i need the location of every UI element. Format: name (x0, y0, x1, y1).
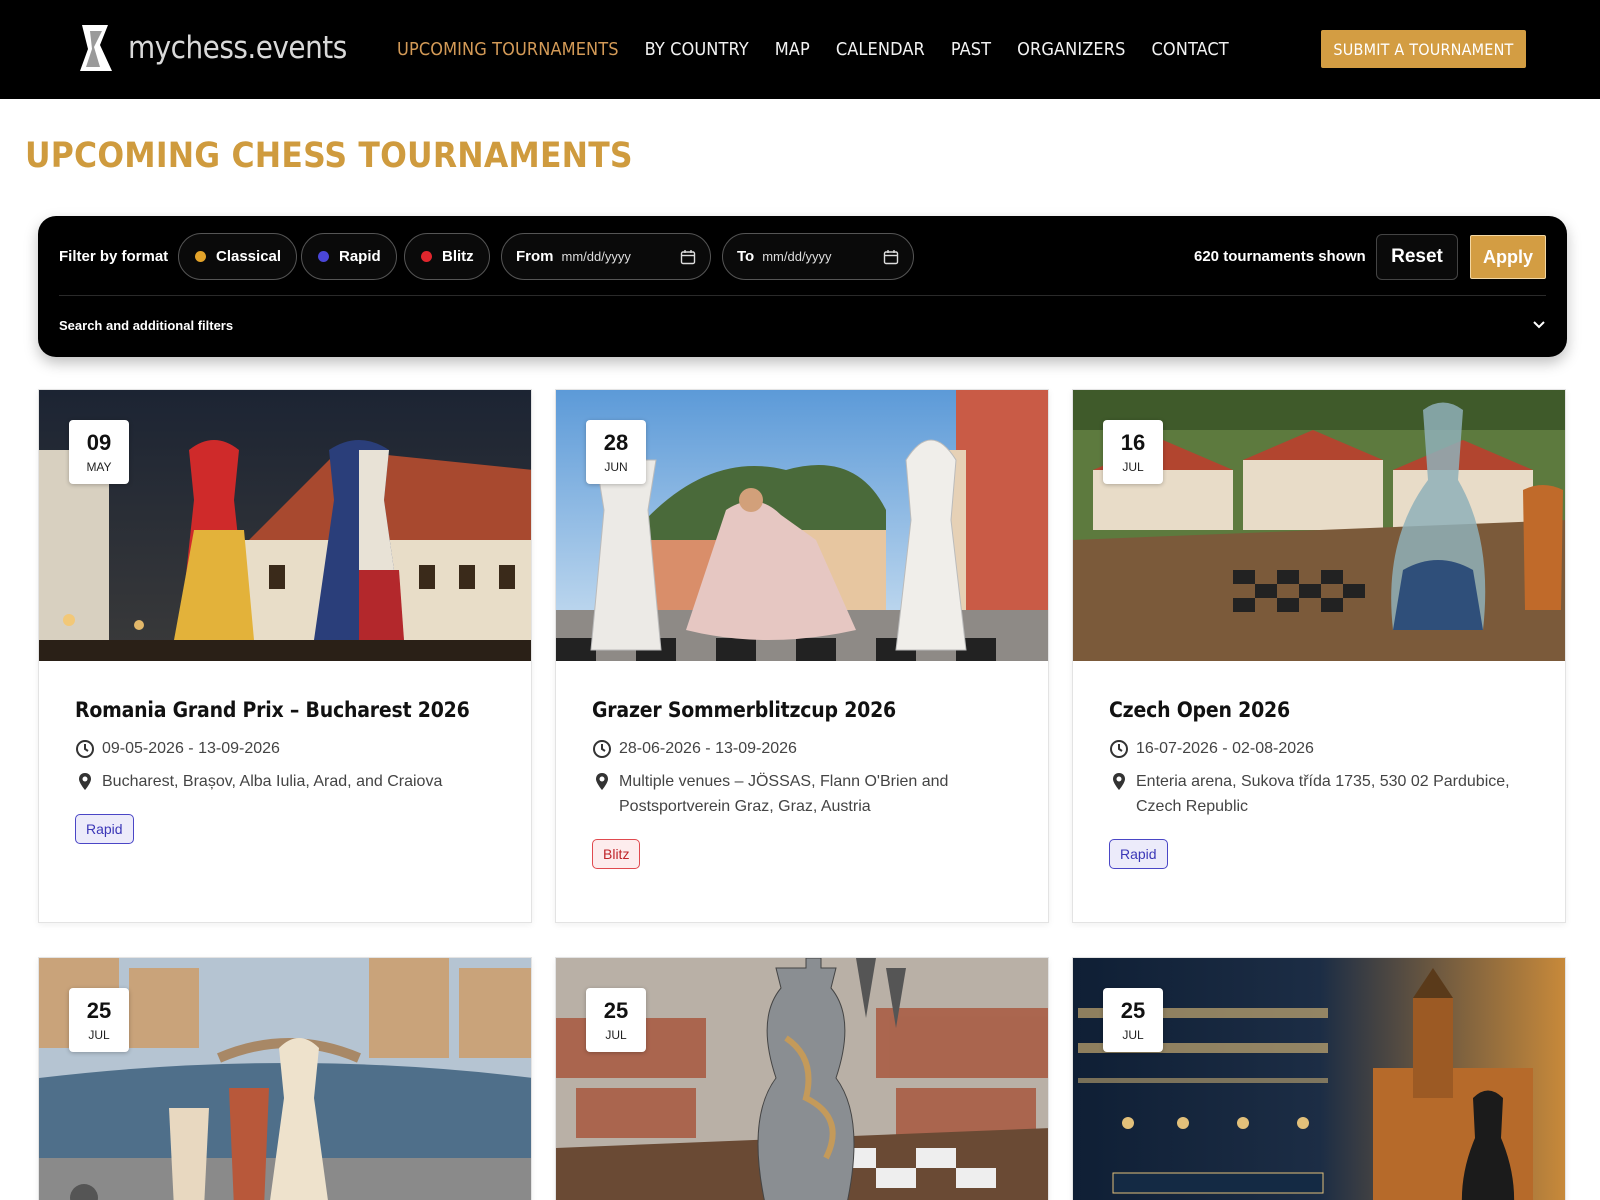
date-badge: 25 JUL (1103, 988, 1163, 1052)
calendar-icon[interactable] (680, 249, 696, 265)
date-badge: 09 MAY (69, 420, 129, 484)
page-title: UPCOMING CHESS TOURNAMENTS (25, 136, 633, 176)
date-badge: 25 JUL (586, 988, 646, 1052)
tournament-card[interactable]: 16 JUL Czech Open 2026 16-07-2026 - 02-0… (1072, 389, 1566, 923)
classical-dot-icon (195, 251, 206, 262)
submit-tournament-button[interactable]: SUBMIT A TOURNAMENT (1321, 30, 1526, 68)
nav-by-country[interactable]: BY COUNTRY (645, 39, 749, 60)
date-day: 09 (86, 430, 112, 455)
date-month: JUL (1122, 460, 1144, 474)
date-day: 25 (1120, 998, 1146, 1023)
logo-knight-icon (80, 25, 112, 71)
format-rapid-label: Rapid (339, 248, 381, 265)
card-dates-text: 28-06-2026 - 13-09-2026 (619, 740, 797, 757)
card-location-text: Enteria arena, Sukova třída 1735, 530 02… (1136, 773, 1510, 815)
to-date-placeholder: mm/dd/yyyy (762, 249, 832, 264)
card-dates-text: 09-05-2026 - 13-09-2026 (102, 740, 280, 757)
from-date-placeholder: mm/dd/yyyy (561, 249, 631, 264)
date-day: 25 (86, 998, 112, 1023)
card-dates-text: 16-07-2026 - 02-08-2026 (1136, 740, 1314, 757)
search-filters-label: Search and additional filters (59, 317, 234, 333)
date-day: 16 (1120, 430, 1146, 455)
date-badge: 28 JUN (586, 420, 646, 484)
card-location: Bucharest, Brașov, Alba Iulia, Arad, and… (75, 769, 501, 794)
card-body: Czech Open 2026 16-07-2026 - 02-08-2026 … (1109, 698, 1535, 869)
filter-panel: Filter by format Classical Rapid Blitz F… (38, 216, 1567, 357)
date-day: 28 (603, 430, 629, 455)
nav-calendar[interactable]: CALENDAR (836, 39, 925, 60)
tournament-count: 620 tournaments shown (1194, 248, 1366, 265)
filter-divider (59, 295, 1546, 296)
calendar-icon[interactable] (883, 249, 899, 265)
clock-icon (76, 740, 94, 758)
nav-past[interactable]: PAST (951, 39, 991, 60)
site-header: mychess.events UPCOMING TOURNAMENTS BY C… (0, 0, 1600, 99)
to-label: To (737, 248, 755, 265)
rapid-dot-icon (318, 251, 329, 262)
filter-by-format-label: Filter by format (59, 248, 169, 265)
from-label: From (516, 248, 554, 265)
blitz-dot-icon (421, 251, 432, 262)
card-location: Multiple venues – JÖSSAS, Flann O'Brien … (592, 769, 1018, 819)
date-month: JUN (604, 460, 628, 474)
format-tag: Rapid (1109, 839, 1168, 869)
format-tag: Rapid (75, 814, 134, 844)
card-body: Romania Grand Prix – Bucharest 2026 09-0… (75, 698, 501, 844)
card-location: Enteria arena, Sukova třída 1735, 530 02… (1109, 769, 1535, 819)
card-location-text: Multiple venues – JÖSSAS, Flann O'Brien … (619, 773, 949, 815)
clock-icon (593, 740, 611, 758)
location-pin-icon (1113, 773, 1125, 790)
reset-button[interactable]: Reset (1376, 234, 1458, 280)
date-month: MAY (86, 460, 112, 474)
format-classical-label: Classical (216, 248, 282, 265)
to-date-input[interactable]: To mm/dd/yyyy (722, 233, 914, 280)
nav-map[interactable]: MAP (775, 39, 810, 60)
format-blitz-toggle[interactable]: Blitz (404, 233, 490, 280)
nav-upcoming-tournaments[interactable]: UPCOMING TOURNAMENTS (397, 39, 619, 60)
format-classical-toggle[interactable]: Classical (178, 233, 298, 280)
chevron-down-icon (1533, 321, 1545, 329)
card-title[interactable]: Czech Open 2026 (1109, 698, 1535, 722)
nav-contact[interactable]: CONTACT (1151, 39, 1228, 60)
card-dates: 09-05-2026 - 13-09-2026 (75, 736, 501, 761)
format-tag: Blitz (592, 839, 641, 869)
site-logo[interactable]: mychess.events (78, 22, 347, 74)
tournament-card[interactable]: 25 JUL (38, 957, 532, 1200)
date-badge: 16 JUL (1103, 420, 1163, 484)
card-dates: 16-07-2026 - 02-08-2026 (1109, 736, 1535, 761)
main-nav: UPCOMING TOURNAMENTS BY COUNTRY MAP CALE… (397, 0, 1255, 99)
card-title[interactable]: Grazer Sommerblitzcup 2026 (592, 698, 1018, 722)
date-month: JUL (1122, 1028, 1144, 1042)
search-filters-toggle[interactable]: Search and additional filters (59, 310, 1546, 340)
tournament-card[interactable]: 25 JUL (555, 957, 1049, 1200)
date-month: JUL (88, 1028, 110, 1042)
logo-text: mychess.events (128, 30, 347, 66)
date-badge: 25 JUL (69, 988, 129, 1052)
format-blitz-label: Blitz (442, 248, 474, 265)
card-title[interactable]: Romania Grand Prix – Bucharest 2026 (75, 698, 501, 722)
from-date-input[interactable]: From mm/dd/yyyy (501, 233, 711, 280)
apply-button[interactable]: Apply (1470, 235, 1546, 279)
date-day: 25 (603, 998, 629, 1023)
card-dates: 28-06-2026 - 13-09-2026 (592, 736, 1018, 761)
location-pin-icon (79, 773, 91, 790)
card-location-text: Bucharest, Brașov, Alba Iulia, Arad, and… (102, 773, 443, 790)
clock-icon (1110, 740, 1128, 758)
tournament-card[interactable]: 09 MAY Romania Grand Prix – Bucharest 20… (38, 389, 532, 923)
location-pin-icon (596, 773, 608, 790)
card-body: Grazer Sommerblitzcup 2026 28-06-2026 - … (592, 698, 1018, 869)
tournament-card[interactable]: 28 JUN Grazer Sommerblitzcup 2026 28-06-… (555, 389, 1049, 923)
tournament-card[interactable]: 25 JUL (1072, 957, 1566, 1200)
date-month: JUL (605, 1028, 627, 1042)
format-rapid-toggle[interactable]: Rapid (301, 233, 397, 280)
nav-organizers[interactable]: ORGANIZERS (1017, 39, 1125, 60)
